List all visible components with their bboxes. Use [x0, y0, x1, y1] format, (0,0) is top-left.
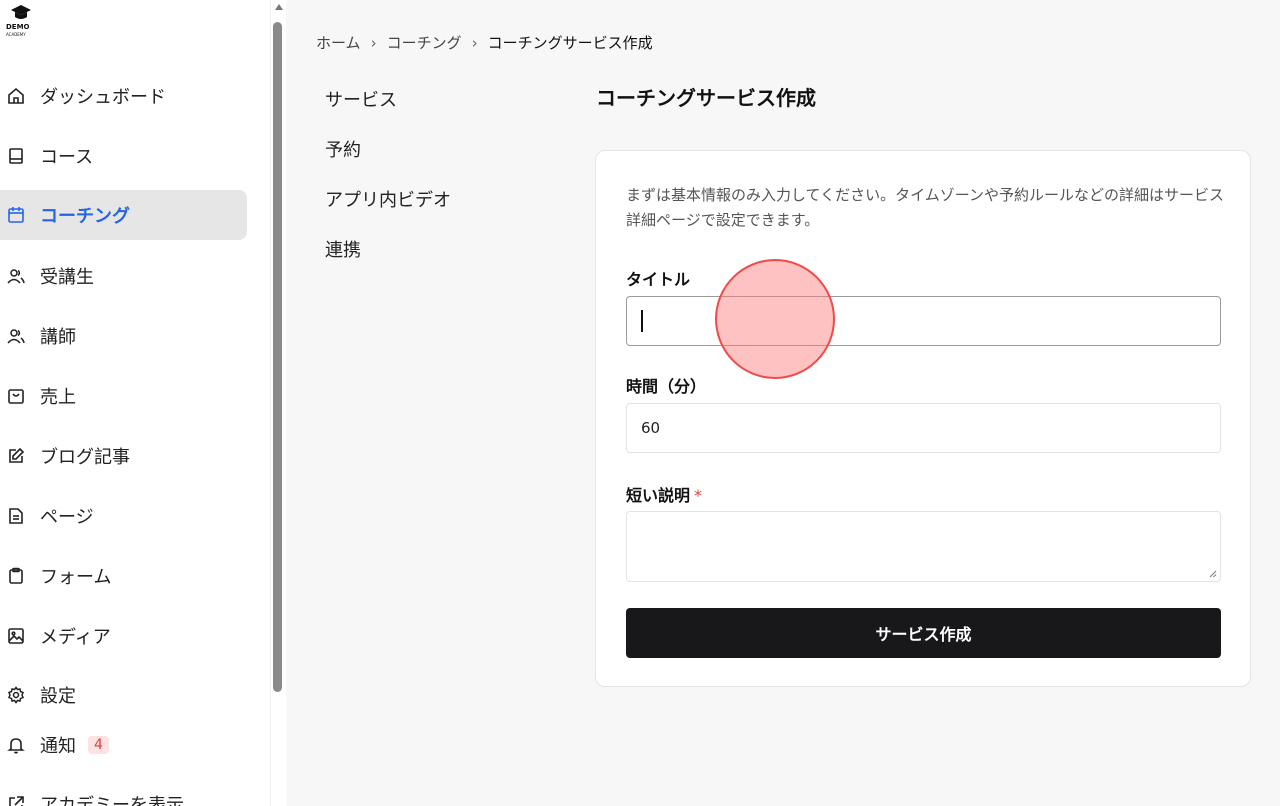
sidebar-scrollbar[interactable]: [270, 0, 286, 806]
sidebar-item-label: 受講生: [40, 267, 94, 288]
sidebar-item-settings[interactable]: 設定: [0, 670, 247, 720]
sidebar-item-blog[interactable]: ブログ記事: [0, 431, 247, 481]
sidebar-item-label: ページ: [40, 507, 94, 528]
breadcrumb: ホーム › コーチング › コーチングサービス作成: [316, 32, 653, 53]
notification-count-badge: 4: [88, 736, 109, 754]
academy-logo[interactable]: DEMO ACADEMY: [6, 4, 42, 40]
breadcrumb-home[interactable]: ホーム: [316, 32, 361, 53]
sidebar-item-media[interactable]: メディア: [0, 611, 247, 661]
logo-text: DEMO: [6, 23, 30, 31]
users-icon: [6, 266, 26, 286]
subnav-item-services[interactable]: サービス: [325, 88, 451, 138]
click-indicator: [715, 259, 835, 379]
sidebar-item-label: 通知: [40, 736, 76, 757]
breadcrumb-coaching[interactable]: コーチング: [387, 32, 462, 53]
sidebar-item-sales[interactable]: 売上: [0, 371, 247, 421]
graduation-cap-icon: [11, 5, 31, 19]
scroll-up-arrow-icon[interactable]: [275, 4, 283, 10]
external-link-icon: [6, 794, 26, 806]
image-icon: [6, 626, 26, 646]
sidebar-item-label: コース: [40, 147, 94, 168]
sidebar-item-view-academy[interactable]: アカデミーを表示: [0, 779, 247, 806]
coaching-subnav: サービス 予約 アプリ内ビデオ 連携: [325, 88, 451, 288]
gear-icon: [6, 685, 26, 705]
duration-input[interactable]: 60: [626, 403, 1221, 453]
sidebar: DEMO ACADEMY ダッシュボード コース コーチング 受講生 講師 売上…: [0, 0, 270, 806]
subnav-item-integrations[interactable]: 連携: [325, 238, 451, 288]
page-title: コーチングサービス作成: [596, 86, 816, 110]
form-intro-text: まずは基本情報のみ入力してください。タイムゾーンや予約ルールなどの詳細はサービス…: [626, 186, 1225, 229]
breadcrumb-current: コーチングサービス作成: [487, 34, 653, 52]
sidebar-item-label: メディア: [40, 627, 111, 648]
chevron-right-icon: ›: [471, 33, 478, 52]
sidebar-item-label: コーチング: [40, 206, 130, 227]
description-label: 短い説明 *: [626, 482, 702, 506]
sidebar-item-forms[interactable]: フォーム: [0, 551, 247, 601]
title-label: タイトル: [626, 270, 691, 289]
sidebar-item-label: 設定: [40, 686, 76, 707]
users-icon: [6, 326, 26, 346]
create-service-button[interactable]: サービス作成: [626, 608, 1221, 658]
description-label-text: 短い説明: [626, 486, 691, 505]
logo-subtext: ACADEMY: [6, 32, 26, 37]
service-form-card: まずは基本情報のみ入力してください。タイムゾーンや予約ルールなどの詳細はサービス…: [595, 150, 1251, 687]
sidebar-item-students[interactable]: 受講生: [0, 251, 247, 301]
home-icon: [6, 86, 26, 106]
required-mark: *: [694, 486, 703, 505]
calendar-icon: [6, 205, 26, 225]
sidebar-item-label: アカデミーを表示: [40, 795, 184, 806]
book-icon: [6, 146, 26, 166]
duration-label: 時間（分）: [626, 377, 707, 396]
sidebar-item-label: ブログ記事: [40, 447, 130, 468]
file-icon: [6, 506, 26, 526]
bell-icon: [6, 735, 26, 755]
duration-input-value: 60: [641, 419, 661, 437]
resize-handle-icon[interactable]: [1209, 570, 1217, 578]
sidebar-item-notifications[interactable]: 通知 4: [0, 720, 247, 770]
clipboard-icon: [6, 566, 26, 586]
sidebar-item-label: フォーム: [40, 567, 112, 588]
sidebar-item-instructors[interactable]: 講師: [0, 311, 247, 361]
description-textarea[interactable]: [626, 511, 1221, 582]
sidebar-item-label: 講師: [40, 327, 76, 348]
sidebar-item-courses[interactable]: コース: [0, 131, 247, 181]
sidebar-item-dashboard[interactable]: ダッシュボード: [0, 71, 247, 121]
sidebar-item-pages[interactable]: ページ: [0, 491, 247, 541]
sidebar-item-label: 売上: [40, 387, 76, 408]
subnav-item-bookings[interactable]: 予約: [325, 138, 451, 188]
text-caret: [641, 310, 643, 332]
chevron-right-icon: ›: [370, 33, 377, 52]
scrollbar-thumb[interactable]: [273, 22, 282, 692]
edit-icon: [6, 446, 26, 466]
subnav-item-in-app-video[interactable]: アプリ内ビデオ: [325, 188, 451, 238]
bag-icon: [6, 386, 26, 406]
sidebar-item-coaching[interactable]: コーチング: [0, 190, 247, 240]
sidebar-item-label: ダッシュボード: [40, 87, 166, 108]
